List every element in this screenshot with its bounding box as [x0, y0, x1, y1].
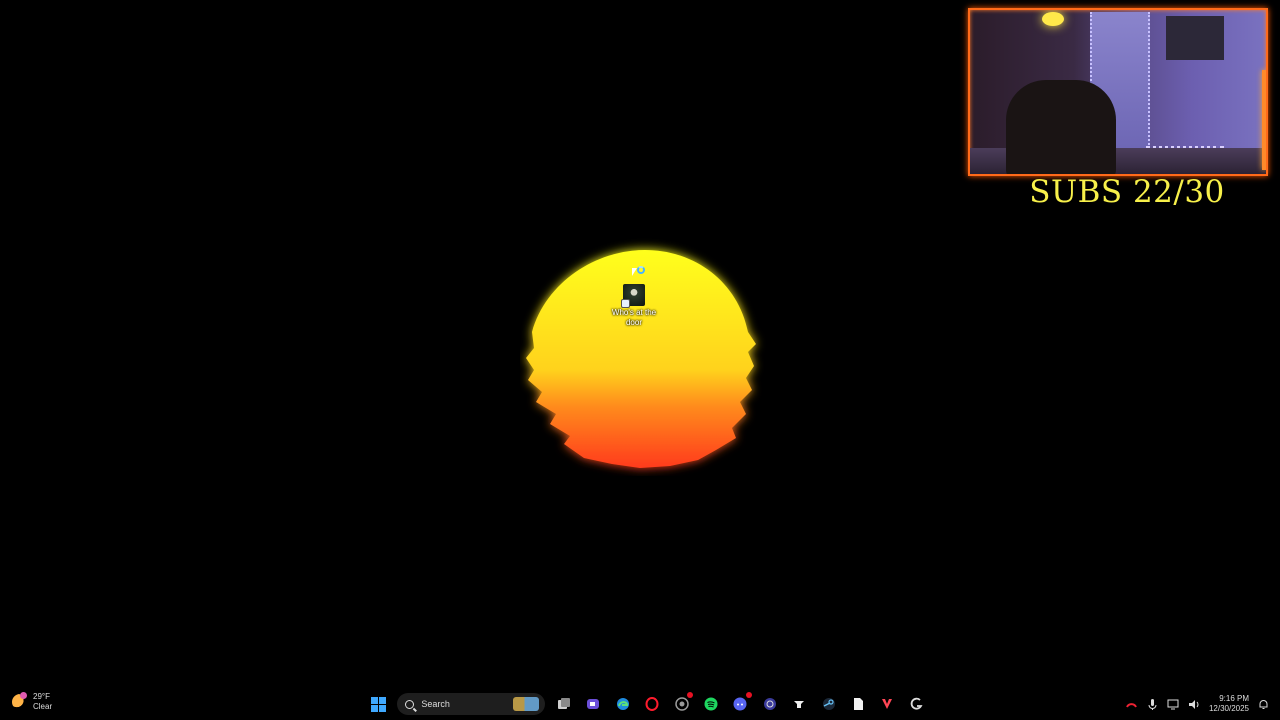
start-button[interactable] — [364, 692, 393, 716]
taskbar-search[interactable]: Search — [397, 693, 546, 715]
desktop-shortcut-label: Who's at the door — [611, 308, 657, 327]
frame-flame-glow — [1262, 70, 1266, 170]
weather-condition: Clear — [33, 702, 53, 711]
clock-time: 9:16 PM — [1219, 694, 1249, 703]
subs-goal-counter: SUBS 22/30 — [1029, 174, 1225, 210]
microphone-icon[interactable] — [1146, 698, 1159, 711]
taskbar-app-streamlabs[interactable] — [785, 692, 814, 716]
gaming-chair — [1006, 80, 1116, 174]
search-placeholder: Search — [421, 699, 450, 709]
network-alert-icon[interactable] — [1125, 698, 1138, 711]
weather-temp: 29°F — [33, 692, 50, 701]
steam-icon — [822, 698, 835, 710]
opera-icon — [645, 697, 659, 711]
notification-bell-icon[interactable] — [1257, 698, 1270, 711]
taskbar-app-valorant[interactable] — [873, 692, 902, 716]
edge-browser-icon — [616, 698, 629, 710]
streamlabs-icon — [794, 701, 805, 708]
taskbar-clock[interactable]: 9:16 PM 12/30/2025 — [1209, 694, 1249, 714]
video-camera-icon — [587, 699, 600, 709]
search-highlight-icon — [513, 697, 540, 711]
busy-cursor-icon — [637, 266, 645, 274]
taskbar-app-document[interactable] — [843, 692, 872, 716]
notification-dot — [687, 692, 694, 698]
discord-badge — [746, 692, 753, 698]
obs-icon — [763, 698, 776, 710]
webcam-overlay — [968, 8, 1268, 176]
mouse-pointer-icon — [632, 268, 637, 276]
clock-date: 12/30/2025 — [1208, 704, 1249, 713]
spotify-icon — [704, 697, 718, 711]
wall-cabinet — [1166, 16, 1224, 60]
moon-weather-icon — [12, 692, 28, 710]
taskbar-app-chrome[interactable] — [667, 692, 696, 716]
taskbar-app-logitech[interactable] — [902, 692, 931, 716]
volume-icon[interactable] — [1188, 698, 1201, 711]
valorant-icon — [882, 699, 893, 709]
taskbar-app-steam[interactable] — [814, 692, 843, 716]
logitech-icon — [910, 697, 923, 710]
windows-icon — [371, 696, 387, 712]
wallpaper-sun — [526, 250, 756, 468]
taskbar-app-discord[interactable] — [726, 692, 755, 716]
shortcut-game-icon — [621, 284, 645, 308]
ceiling-light — [1042, 12, 1064, 26]
discord-icon — [733, 697, 747, 711]
taskbar-app-spotify[interactable] — [696, 692, 725, 716]
display-network-icon[interactable] — [1167, 698, 1180, 711]
shortcut-arrow-icon — [621, 299, 630, 308]
taskbar-app-opera[interactable] — [638, 692, 667, 716]
chrome-icon — [674, 697, 689, 711]
taskbar-app-edge[interactable] — [608, 692, 637, 716]
taskbar-center: Search — [364, 692, 931, 716]
taskbar-app-obs[interactable] — [755, 692, 784, 716]
taskbar-app-clipchamp[interactable] — [579, 692, 608, 716]
task-view-button[interactable] — [549, 692, 578, 716]
weather-widget[interactable]: 29°F Clear — [12, 692, 52, 712]
system-tray: 9:16 PM 12/30/2025 — [1125, 692, 1270, 716]
desktop-shortcut[interactable]: Who's at the door — [606, 284, 662, 328]
task-view-icon — [558, 698, 571, 709]
taskbar: 29°F Clear Search 9:16 PM 12/30/2025 — [0, 688, 1280, 720]
search-icon — [405, 699, 415, 709]
document-icon — [853, 698, 863, 710]
